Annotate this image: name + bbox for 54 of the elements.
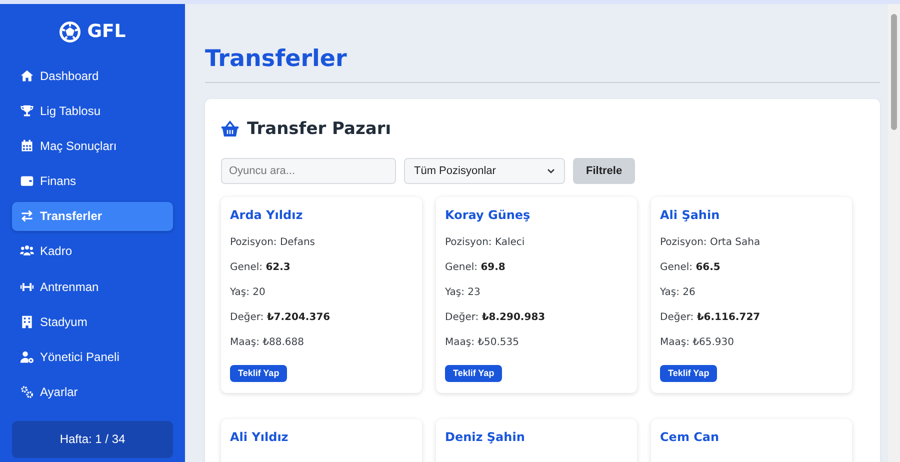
gears-icon	[20, 385, 34, 400]
player-stat: Yaş: 23	[445, 286, 482, 300]
sidebar-item[interactable]: Kadro	[12, 236, 173, 266]
player-stat: Değer: ₺8.290.983	[445, 311, 546, 326]
sidebar-item[interactable]: Finans	[12, 166, 173, 196]
sidebar-item[interactable]: Lig Tablosu	[12, 96, 173, 126]
sidebar-item[interactable]: Ayarlar	[12, 378, 173, 407]
soccer-ball-icon	[59, 20, 82, 42]
player-name: Arda Yıldız	[230, 207, 304, 224]
week-indicator: Hafta: 1 / 34	[12, 420, 173, 458]
player-stat: Yaş: 26	[660, 286, 696, 300]
filter-button[interactable]: Filtrele	[573, 158, 636, 184]
player-name: Cem Can	[660, 429, 720, 446]
sidebar-item[interactable]: Transferler	[12, 202, 173, 231]
basket-icon	[221, 120, 239, 138]
player-stat: Pozisyon: Orta Saha	[660, 236, 762, 250]
chevron-down-icon	[547, 168, 555, 174]
search-field[interactable]: Oyuncu ara...	[221, 158, 396, 184]
page-title: Transferler	[205, 46, 880, 83]
building-icon	[20, 314, 34, 329]
player-stat: Pozisyon: Defans	[230, 236, 316, 250]
player-stat: Yaş: 20	[230, 286, 266, 300]
player-stat: Genel: 66.5	[660, 261, 722, 276]
scrollbar[interactable]	[888, 4, 900, 462]
logo-text: GFL	[87, 20, 126, 44]
sidebar-item[interactable]: Stadyum	[12, 307, 173, 336]
position-select[interactable]: Tüm Pozisyonlar	[404, 158, 565, 184]
offer-button[interactable]: Teklif Yap	[660, 365, 718, 382]
player-name: Ali Yıldız	[230, 429, 290, 446]
offer-button[interactable]: Teklif Yap	[230, 365, 288, 382]
player-stat: Maaş: ₺65.930	[660, 336, 735, 350]
player-name: Koray Güneş	[445, 207, 532, 224]
sidebar-item[interactable]: Maç Sonuçları	[12, 131, 173, 160]
home-icon	[20, 68, 34, 82]
sidebar-item[interactable]: Dashboard	[12, 61, 173, 90]
trophy-icon	[20, 104, 34, 118]
wallet-icon	[20, 174, 34, 188]
section-title: Transfer Pazarı	[247, 118, 392, 141]
offer-button[interactable]: Teklif Yap	[445, 365, 502, 382]
users-icon	[20, 244, 34, 258]
sidebar-item[interactable]: Antrenman	[12, 272, 173, 302]
swap-arrows-icon	[20, 209, 34, 224]
player-stat: Genel: 69.8	[445, 261, 506, 276]
player-stat: Genel: 62.3	[230, 261, 292, 276]
player-stat: Pozisyon: Kaleci	[445, 236, 526, 250]
player-stat: Değer: ₺6.116.727	[660, 311, 762, 326]
player-stat: Değer: ₺7.204.376	[230, 311, 332, 326]
player-stat: Maaş: ₺88.688	[230, 336, 305, 350]
user-gear-icon	[20, 350, 34, 364]
sidebar-item[interactable]: Yönetici Paneli	[12, 342, 173, 372]
player-stat: Maaş: ₺50.535	[445, 336, 520, 350]
player-name: Ali Şahin	[660, 207, 721, 224]
player-name: Deniz Şahin	[445, 429, 526, 446]
calendar-icon	[20, 138, 34, 153]
